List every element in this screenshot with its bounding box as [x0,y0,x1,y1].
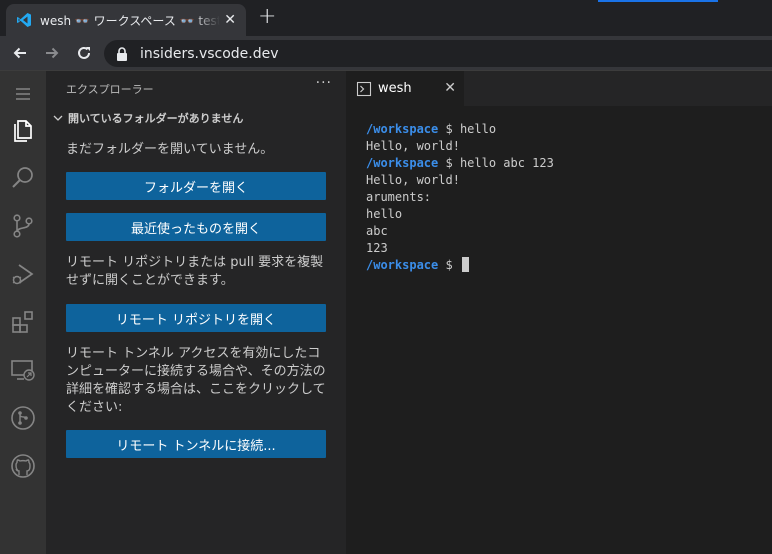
vscode-logo-icon [17,13,31,27]
more-actions-icon[interactable]: ··· [316,75,332,91]
chevron-down-icon [53,115,63,121]
terminal-output[interactable]: /workspace $ hello Hello, world!/workspac… [366,121,554,274]
close-icon[interactable]: ✕ [444,81,456,95]
terminal-command: hello abc 123 [459,156,554,170]
new-tab-button[interactable]: + [258,6,276,28]
menu-icon [16,88,30,100]
terminal-tab[interactable]: wesh ✕ [346,71,464,106]
extensions-icon [12,311,33,333]
terminal-command: hello [459,122,497,136]
search-button[interactable] [0,155,46,201]
prompt-path: /workspace [366,122,439,136]
connect-tunnel-button[interactable]: リモート トンネルに接続... [66,430,326,458]
prompt-symbol: $ [438,122,460,136]
terminal-prompt-line: /workspace $ [366,257,554,274]
forward-arrow-icon [46,47,59,59]
prompt-path: /workspace [366,156,439,170]
editor-tab-bar: wesh ✕ [346,71,772,106]
browser-tab-title: wesh 👓 ワークスペース 👓 test-vscode [40,13,220,28]
open-recent-button[interactable]: 最近使ったものを開く [66,213,326,241]
terminal-output-line: Hello, world! [366,139,460,153]
open-folder-button[interactable]: フォルダーを開く [66,172,326,200]
github-icon [11,454,35,478]
explorer-sidebar: エクスプローラー ··· 開いているフォルダーがありません まだフォルダーを開い… [46,71,346,554]
remote-explorer-button[interactable] [0,347,46,393]
remote-tunnel-message: リモート トンネル アクセスを有効にしたコンピューターに接続する場合や、その方法… [66,346,326,415]
github-button[interactable] [0,443,46,489]
prompt-symbol: $ [438,156,460,170]
source-control-button[interactable] [0,203,46,249]
reload-icon [78,46,90,59]
reload-button[interactable] [74,43,94,63]
browser-toolbar: insiders.vscode.dev [0,36,772,70]
forward-button[interactable] [42,43,62,63]
prompt-path: /workspace [366,258,439,272]
activity-bar [0,71,46,554]
terminal-prompt-line: /workspace $ hello [366,121,554,138]
no-folder-message: まだフォルダーを開いていません。 [66,142,274,157]
terminal-icon [356,81,372,96]
terminal-cursor [461,257,469,272]
terminal-output-line: aruments: [366,190,432,204]
remote-explorer-icon [11,360,35,381]
terminal-output-line: Hello, world! [366,173,460,187]
url-text: insiders.vscode.dev [140,45,279,62]
terminal-output-line: hello [366,207,403,221]
terminal-tab-label: wesh [378,81,412,96]
terminal-prompt-line: /workspace $ hello abc 123 [366,155,554,172]
run-debug-button[interactable] [0,251,46,297]
editor-area: wesh ✕ /workspace $ hello Hello, world!/w… [346,71,772,554]
remote-repo-message: リモート リポジトリまたは pull 要求を複製せずに開くことができます。 [66,255,324,288]
pull-requests-button[interactable] [0,395,46,441]
terminal-output-line: abc [366,224,388,238]
source-control-icon [13,214,33,238]
extensions-button[interactable] [0,299,46,345]
tab-strip-accent [598,0,718,2]
files-icon [14,120,32,142]
run-debug-icon [12,264,34,285]
browser-tab-strip: wesh 👓 ワークスペース 👓 test-vscode ✕ + [0,0,772,36]
back-arrow-icon [13,47,26,59]
no-folder-section-header[interactable]: 開いているフォルダーがありません [46,107,346,129]
lock-icon [117,46,127,61]
section-title: 開いているフォルダーがありません [68,112,244,125]
search-icon [12,167,33,188]
explorer-button[interactable] [0,107,46,153]
prompt-symbol: $ [438,258,460,272]
back-button[interactable] [10,43,30,63]
terminal-output-line: 123 [366,241,388,255]
open-remote-repo-button[interactable]: リモート リポジトリを開く [66,304,326,332]
address-bar[interactable]: insiders.vscode.dev [104,40,772,67]
explorer-title: エクスプローラー [66,83,154,96]
tab-close-icon[interactable]: ✕ [224,13,236,27]
git-pull-request-icon [11,406,35,430]
browser-tab[interactable]: wesh 👓 ワークスペース 👓 test-vscode ✕ [6,4,246,36]
